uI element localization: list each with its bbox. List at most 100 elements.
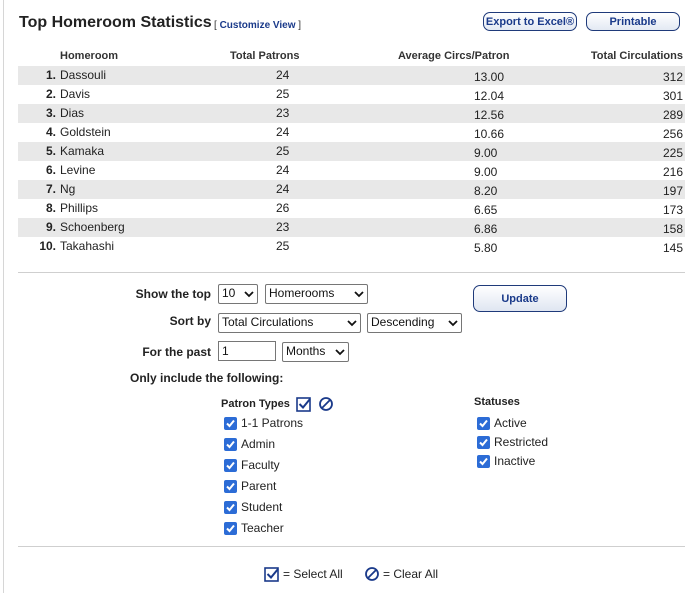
select-all-patron-types-icon[interactable] bbox=[296, 396, 312, 412]
average-circs: 9.00 bbox=[474, 146, 498, 160]
status-label: Restricted bbox=[494, 435, 549, 449]
patron-type-label: Parent bbox=[241, 479, 277, 493]
status-label: Active bbox=[494, 416, 527, 430]
total-circulations: 301 bbox=[662, 89, 683, 103]
sort-order-select[interactable]: Descending bbox=[367, 313, 462, 333]
update-button[interactable]: Update bbox=[473, 285, 567, 312]
stats-table: Homeroom Total Patrons Average Circs/Pat… bbox=[18, 46, 685, 256]
customize-bracket-open: [ bbox=[214, 20, 217, 31]
checkbox-checked-icon[interactable] bbox=[477, 416, 490, 430]
row-rank: 3. bbox=[45, 106, 56, 120]
total-circulations: 312 bbox=[662, 70, 683, 84]
average-circs: 9.00 bbox=[474, 165, 498, 179]
table-header: Homeroom Total Patrons Average Circs/Pat… bbox=[18, 46, 685, 66]
for-past-unit-select[interactable]: Months bbox=[282, 342, 349, 362]
col-header-homeroom[interactable]: Homeroom bbox=[60, 50, 118, 62]
row-rank: 1. bbox=[45, 68, 56, 82]
total-patrons: 26 bbox=[276, 201, 290, 215]
table-row: 2. Davis 25 12.04 301 bbox=[18, 85, 685, 104]
for-past-unit-value: Months bbox=[286, 344, 326, 358]
clear-all-legend: = Clear All bbox=[383, 567, 439, 581]
row-rank: 7. bbox=[45, 182, 56, 196]
total-circulations: 145 bbox=[662, 241, 683, 255]
total-patrons: 24 bbox=[276, 182, 290, 196]
checkbox-checked-icon[interactable] bbox=[224, 500, 237, 514]
printable-button[interactable]: Printable bbox=[586, 12, 680, 31]
total-patrons: 25 bbox=[276, 239, 290, 253]
show-top-kind-value: Homerooms bbox=[269, 286, 335, 300]
table-row: 8. Phillips 26 6.65 173 bbox=[18, 199, 685, 218]
table-body: 1. Dassouli 24 13.00 312 2. Davis 25 12.04 301 3. D… bbox=[18, 66, 685, 256]
sort-by-label: Sort by bbox=[169, 314, 211, 328]
row-rank: 2. bbox=[45, 87, 56, 101]
patron-type-label: Faculty bbox=[241, 458, 280, 472]
checkbox-checked-icon[interactable] bbox=[224, 458, 237, 472]
chevron-down-icon bbox=[335, 349, 345, 356]
checkbox-checked-icon[interactable] bbox=[477, 454, 490, 468]
patron-type-checkbox-row[interactable]: Faculty bbox=[224, 457, 280, 473]
checkbox-checked-icon[interactable] bbox=[224, 416, 237, 430]
checkbox-checked-icon[interactable] bbox=[477, 435, 490, 449]
average-circs: 8.20 bbox=[474, 184, 498, 198]
show-top-count-select[interactable]: 10 bbox=[218, 284, 258, 304]
export-to-excel-button[interactable]: Export to Excel® bbox=[483, 12, 577, 31]
col-header-total-circulations[interactable]: Total Circulations bbox=[591, 50, 683, 62]
homeroom-name: Dias bbox=[60, 106, 85, 120]
homeroom-name: Ng bbox=[60, 182, 76, 196]
divider-bottom bbox=[18, 546, 685, 547]
row-rank: 5. bbox=[45, 144, 56, 158]
table-row: 10. Takahashi 25 5.80 145 bbox=[18, 237, 685, 256]
show-top-count-value: 10 bbox=[222, 286, 236, 300]
patron-type-checkbox-row[interactable]: Teacher bbox=[224, 520, 284, 536]
homeroom-name: Levine bbox=[60, 163, 96, 177]
homeroom-name: Goldstein bbox=[60, 125, 111, 139]
checkbox-checked-icon[interactable] bbox=[224, 437, 237, 451]
patron-type-label: Admin bbox=[241, 437, 276, 451]
homeroom-name: Davis bbox=[60, 87, 91, 101]
row-rank: 4. bbox=[45, 125, 56, 139]
checkbox-checked-icon[interactable] bbox=[224, 479, 237, 493]
homeroom-name: Schoenberg bbox=[60, 220, 125, 234]
homeroom-name: Dassouli bbox=[60, 68, 107, 82]
patron-type-checkbox-row[interactable]: Parent bbox=[224, 478, 276, 494]
checkbox-checked-icon[interactable] bbox=[224, 521, 237, 535]
average-circs: 6.86 bbox=[474, 222, 498, 236]
clear-all-patron-types-icon[interactable] bbox=[318, 396, 334, 412]
total-patrons: 24 bbox=[276, 68, 290, 82]
table-row: 1. Dassouli 24 13.00 312 bbox=[18, 66, 685, 85]
sort-field-value: Total Circulations bbox=[222, 315, 314, 329]
total-patrons: 23 bbox=[276, 106, 290, 120]
chevron-down-icon bbox=[347, 320, 357, 327]
average-circs: 12.56 bbox=[474, 108, 505, 122]
footer-select-all: = Select All bbox=[264, 566, 343, 582]
customize-bracket-close: ] bbox=[298, 20, 302, 31]
page-left-border bbox=[3, 0, 4, 593]
patron-type-checkbox-row[interactable]: Admin bbox=[224, 436, 275, 452]
customize-view-link[interactable]: Customize View bbox=[220, 20, 296, 31]
status-checkbox-row[interactable]: Restricted bbox=[477, 434, 548, 450]
row-rank: 6. bbox=[45, 163, 56, 177]
customize-view: [ Customize View ] bbox=[214, 20, 301, 31]
page-title: Top Homeroom Statistics bbox=[19, 14, 212, 31]
total-patrons: 25 bbox=[276, 144, 290, 158]
table-row: 3. Dias 23 12.56 289 bbox=[18, 104, 685, 123]
col-header-total-patrons[interactable]: Total Patrons bbox=[230, 50, 299, 62]
for-past-input[interactable]: 1 bbox=[218, 341, 276, 361]
table-row: 9. Schoenberg 23 6.86 158 bbox=[18, 218, 685, 237]
total-patrons: 23 bbox=[276, 220, 290, 234]
statuses-label: Statuses bbox=[474, 396, 520, 408]
average-circs: 6.65 bbox=[474, 203, 498, 217]
patron-type-checkbox-row[interactable]: Student bbox=[224, 499, 282, 515]
col-header-average-circs[interactable]: Average Circs/Patron bbox=[398, 50, 509, 62]
sort-field-select[interactable]: Total Circulations bbox=[218, 313, 361, 333]
homeroom-name: Kamaka bbox=[60, 144, 105, 158]
patron-type-label: 1-1 Patrons bbox=[241, 416, 304, 430]
select-all-icon bbox=[264, 567, 279, 582]
status-checkbox-row[interactable]: Inactive bbox=[477, 453, 535, 469]
status-label: Inactive bbox=[494, 454, 536, 468]
patron-type-checkbox-row[interactable]: 1-1 Patrons bbox=[224, 415, 303, 431]
show-top-label: Show the top bbox=[135, 287, 211, 301]
total-patrons: 24 bbox=[276, 163, 290, 177]
status-checkbox-row[interactable]: Active bbox=[477, 415, 527, 431]
show-top-kind-select[interactable]: Homerooms bbox=[265, 284, 368, 304]
